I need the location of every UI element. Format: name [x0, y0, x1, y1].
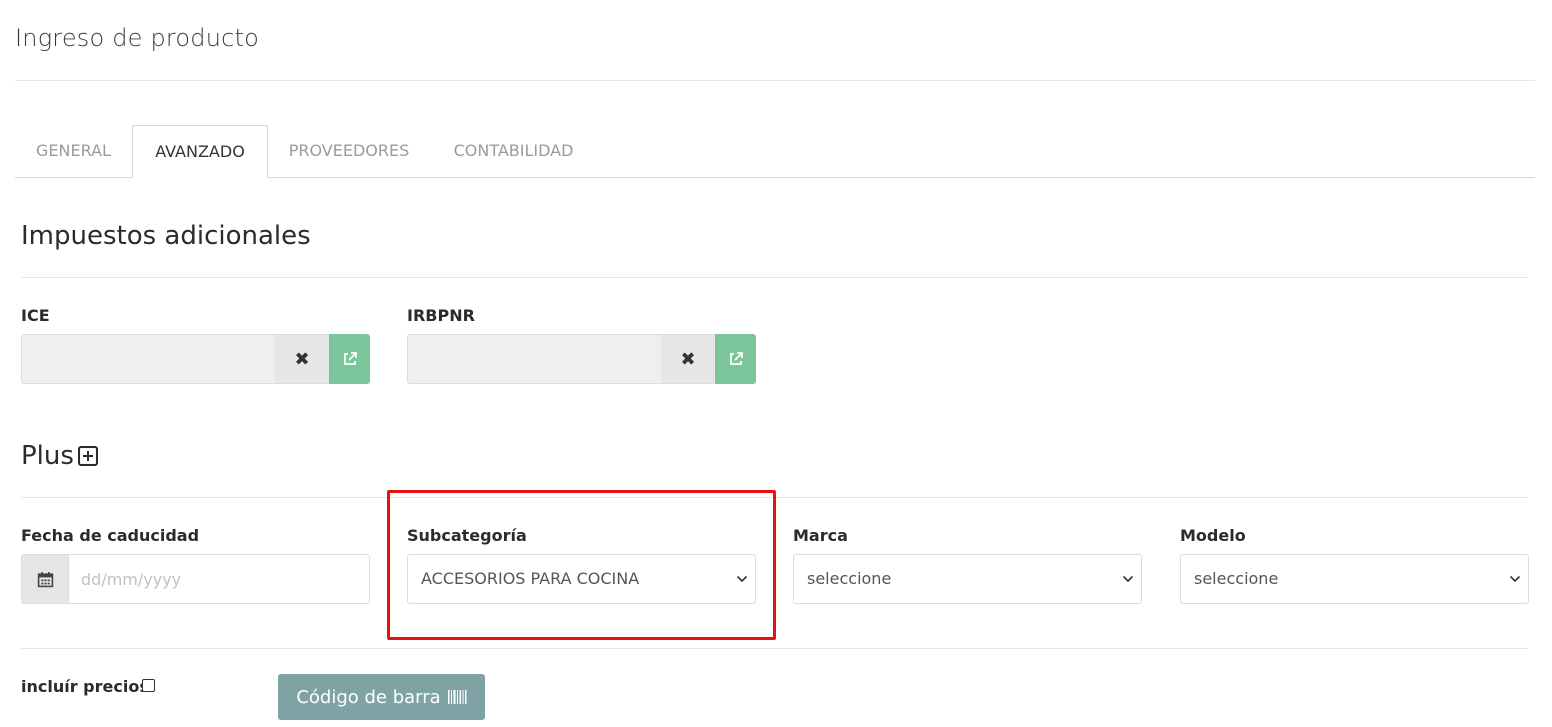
brand-selected-value: seleccione — [807, 569, 892, 588]
model-label: Modelo — [1180, 526, 1246, 545]
irbpnr-input[interactable] — [407, 334, 661, 384]
section-title-impuestos: Impuestos adicionales — [21, 221, 311, 251]
irbpnr-open-button[interactable] — [715, 334, 756, 384]
include-prices-label: incluír precios — [21, 677, 149, 696]
title-divider — [15, 80, 1535, 81]
external-link-icon — [343, 352, 357, 365]
tab-contabilidad[interactable]: CONTABILIDAD — [430, 125, 597, 177]
tab-bar: GENERAL AVANZADO PROVEEDORES CONTABILIDA… — [15, 125, 1535, 178]
ice-input[interactable] — [21, 334, 275, 384]
model-select[interactable]: seleccione — [1180, 554, 1529, 604]
date-addon[interactable] — [21, 554, 68, 604]
page-title: Ingreso de producto — [15, 24, 260, 52]
section-divider — [21, 648, 1528, 649]
expiry-label: Fecha de caducidad — [21, 526, 200, 545]
chevron-down-icon — [1509, 575, 1521, 583]
chevron-down-icon — [1122, 575, 1134, 583]
subcategory-selected-value: ACCESORIOS PARA COCINA — [421, 569, 640, 588]
external-link-icon — [729, 352, 743, 365]
section-title-plus: Plus — [21, 441, 74, 471]
barcode-button-label: Código de barra — [296, 686, 441, 708]
subcategory-label: Subcategoría — [407, 526, 527, 545]
brand-select[interactable]: seleccione — [793, 554, 1142, 604]
irbpnr-field-group: ✖ — [407, 334, 756, 384]
plus-square-icon[interactable] — [78, 446, 98, 466]
ice-clear-button[interactable]: ✖ — [275, 334, 329, 384]
model-selected-value: seleccione — [1194, 569, 1279, 588]
close-icon: ✖ — [294, 348, 310, 370]
expiry-date-group — [21, 554, 370, 604]
chevron-down-icon — [736, 575, 748, 583]
brand-label: Marca — [793, 526, 848, 545]
irbpnr-label: IRBPNR — [407, 306, 475, 325]
section-divider — [21, 277, 1528, 278]
irbpnr-clear-button[interactable]: ✖ — [661, 334, 715, 384]
tab-general[interactable]: GENERAL — [15, 125, 132, 177]
ice-field-group: ✖ — [21, 334, 370, 384]
calendar-icon — [37, 571, 53, 587]
tab-avanzado[interactable]: AVANZADO — [132, 125, 268, 178]
barcode-button[interactable]: Código de barra — [278, 674, 485, 720]
tab-proveedores[interactable]: PROVEEDORES — [268, 125, 430, 177]
ice-label: ICE — [21, 306, 50, 325]
subcategory-select[interactable]: ACCESORIOS PARA COCINA — [407, 554, 756, 604]
close-icon: ✖ — [680, 348, 696, 370]
section-divider — [21, 497, 1528, 498]
barcode-icon — [447, 690, 467, 704]
expiry-date-input[interactable] — [68, 554, 370, 604]
ice-open-button[interactable] — [329, 334, 370, 384]
include-prices-checkbox[interactable] — [142, 679, 155, 692]
